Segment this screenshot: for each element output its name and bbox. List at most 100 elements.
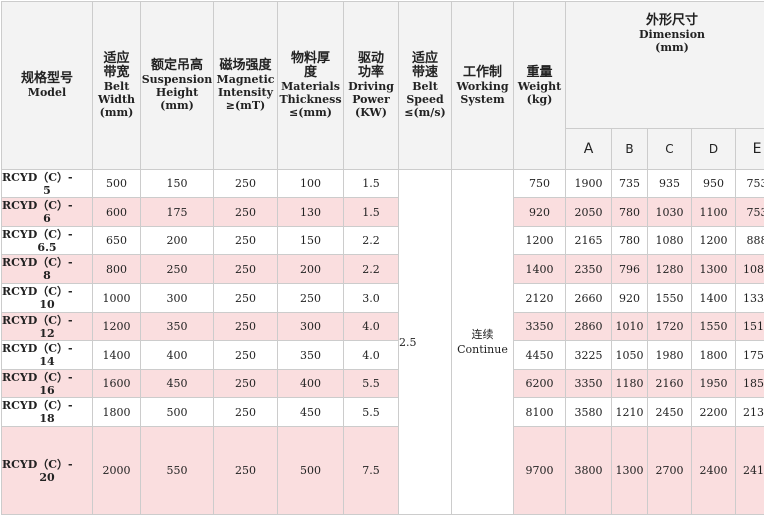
height-cell: 450 xyxy=(140,369,214,398)
header-driving-power-en2: Power xyxy=(352,93,390,106)
header-belt-width-cn2: 带宽 xyxy=(103,65,130,80)
model-name: RCYD（C）- xyxy=(2,199,73,212)
header-driving-power-en1: Driving xyxy=(348,80,394,93)
model-cell: RCYD（C）- 6 xyxy=(1,197,93,227)
height-cell: 250 xyxy=(140,254,214,284)
header-belt-speed-cn2: 带速 xyxy=(411,65,438,80)
power-cell: 2.2 xyxy=(343,226,399,255)
header-belt-speed-en2: Speed xyxy=(406,93,444,106)
model-size: 10 xyxy=(39,298,55,311)
c-cell: 1980 xyxy=(647,340,692,370)
table-row: RCYD（C）- 6 600 175 250 130 1.5 920 2050 780 1030 11… xyxy=(1,197,764,227)
model-cell: RCYD（C）- 8 xyxy=(1,254,93,284)
header-suspension-height-cn: 额定吊高 xyxy=(150,58,203,73)
header-belt-width: 适应 带宽 Belt Width (mm) xyxy=(92,1,141,170)
e-cell: 1755 xyxy=(734,340,764,370)
header-working-system-cn: 工作制 xyxy=(462,64,502,80)
e-cell: 1850 xyxy=(734,369,764,398)
model-cell: RCYD（C）- 18 xyxy=(1,397,93,427)
model-name: RCYD（C）- xyxy=(2,399,73,412)
weight-cell: 1400 xyxy=(513,254,566,284)
weight-cell: 750 xyxy=(513,169,566,198)
weight-cell: 6200 xyxy=(513,369,566,398)
model-name: RCYD（C）- xyxy=(2,342,73,355)
header-materials-thickness-en1: Materials xyxy=(281,80,340,93)
c-cell: 2700 xyxy=(647,426,692,515)
d-cell: 950 xyxy=(691,169,736,198)
weight-cell: 920 xyxy=(513,197,566,227)
model-cell: RCYD（C）- 16 xyxy=(1,369,93,398)
weight-cell: 3350 xyxy=(513,312,566,341)
header-weight-en2: (kg) xyxy=(526,92,553,106)
model-name: RCYD（C）- xyxy=(2,285,73,298)
c-cell: 935 xyxy=(647,169,692,198)
model-name: RCYD（C）- xyxy=(2,313,73,327)
b-cell: 1210 xyxy=(611,397,648,427)
header-materials-thickness-cn2: 度 xyxy=(303,65,317,80)
b-cell: 796 xyxy=(611,254,648,284)
model-cell: RCYD（C）- 10 xyxy=(1,283,93,313)
header-model-cn: 规格型号 xyxy=(20,71,73,86)
thickness-cell: 400 xyxy=(277,369,344,398)
model-name: RCYD（C）- xyxy=(2,227,73,241)
e-cell: 2130 xyxy=(734,397,764,427)
thickness-cell: 350 xyxy=(277,340,344,370)
width-cell: 1800 xyxy=(92,397,141,427)
d-cell: 2400 xyxy=(691,426,736,515)
header-magnetic-intensity-en1: Magnetic xyxy=(216,73,275,86)
c-cell: 1080 xyxy=(647,226,692,255)
header-row: 规格型号 Model 适应 带宽 Belt Width (mm) 额定吊高 Su… xyxy=(1,1,764,170)
e-cell: 753 xyxy=(734,169,764,198)
width-cell: 500 xyxy=(92,169,141,198)
thickness-cell: 500 xyxy=(277,426,344,515)
dim-letter-a: A xyxy=(565,128,612,170)
weight-cell: 2120 xyxy=(513,283,566,313)
e-cell: 1088 xyxy=(734,254,764,284)
d-cell: 1400 xyxy=(691,283,736,313)
a-cell: 2165 xyxy=(565,226,612,255)
header-materials-thickness-en3: ≤(mm) xyxy=(289,106,332,119)
header-magnetic-intensity-cn: 磁场强度 xyxy=(219,58,272,73)
thickness-cell: 300 xyxy=(277,312,344,341)
b-cell: 1050 xyxy=(611,340,648,370)
header-belt-width-en2: Width xyxy=(97,93,136,106)
intensity-cell: 250 xyxy=(213,397,278,427)
width-cell: 1000 xyxy=(92,283,141,313)
d-cell: 1950 xyxy=(691,369,736,398)
header-belt-width-en3: (mm) xyxy=(99,106,134,119)
thickness-cell: 130 xyxy=(277,197,344,227)
a-cell: 2860 xyxy=(565,312,612,341)
width-cell: 650 xyxy=(92,226,141,255)
spec-table: 规格型号 Model 适应 带宽 Belt Width (mm) 额定吊高 Su… xyxy=(1,1,764,515)
intensity-cell: 250 xyxy=(213,369,278,398)
model-cell: RCYD（C）- 14 xyxy=(1,340,93,370)
intensity-cell: 250 xyxy=(213,169,278,198)
header-model: 规格型号 Model xyxy=(1,1,93,170)
e-cell: 1515 xyxy=(734,312,764,341)
model-cell: RCYD（C）- 20 xyxy=(1,426,93,515)
a-cell: 2050 xyxy=(565,197,612,227)
d-cell: 2200 xyxy=(691,397,736,427)
width-cell: 1200 xyxy=(92,312,141,341)
e-cell: 1335 xyxy=(734,283,764,313)
header-belt-speed-en1: Belt xyxy=(412,80,438,93)
height-cell: 500 xyxy=(140,397,214,427)
thickness-cell: 450 xyxy=(277,397,344,427)
power-cell: 4.0 xyxy=(343,312,399,341)
c-cell: 1550 xyxy=(647,283,692,313)
weight-cell: 8100 xyxy=(513,397,566,427)
weight-cell: 9700 xyxy=(513,426,566,515)
power-cell: 4.0 xyxy=(343,340,399,370)
model-size: 14 xyxy=(39,355,55,368)
header-suspension-height-en3: (mm) xyxy=(160,99,194,112)
header-weight: 重量 Weight (kg) xyxy=(513,1,566,170)
model-size: 6.5 xyxy=(37,240,57,254)
height-cell: 400 xyxy=(140,340,214,370)
header-weight-cn: 重量 xyxy=(526,64,553,80)
d-cell: 1550 xyxy=(691,312,736,341)
a-cell: 2350 xyxy=(565,254,612,284)
header-materials-thickness-cn1: 物料厚 xyxy=(290,51,330,66)
header-dimension: 外形尺寸 Dimension (mm) xyxy=(564,1,764,129)
header-dimension-en2: (mm) xyxy=(655,41,689,54)
width-cell: 800 xyxy=(92,254,141,284)
